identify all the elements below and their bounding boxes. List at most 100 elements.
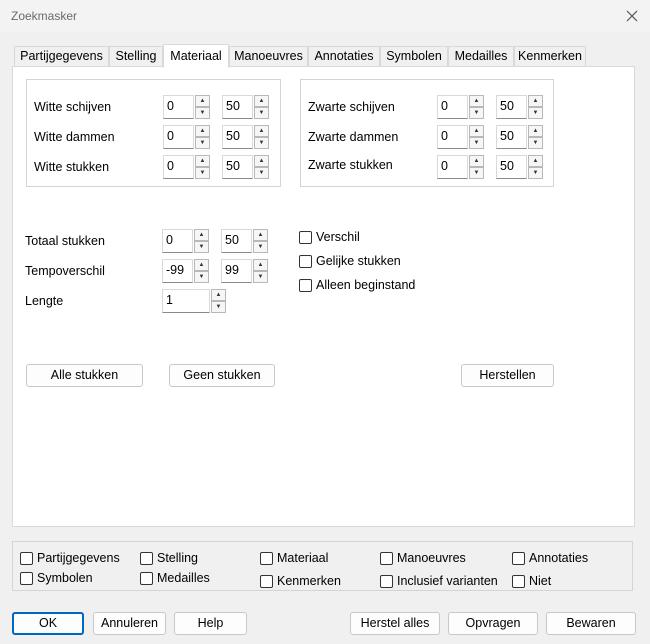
- input-zwarte-schijven-min[interactable]: 0: [437, 95, 468, 119]
- arrow-up-icon[interactable]: ▲: [254, 155, 269, 167]
- tab-symbolen[interactable]: Symbolen: [380, 46, 448, 67]
- input-lengte[interactable]: 1: [162, 289, 210, 313]
- label-witte-dammen: Witte dammen: [34, 130, 115, 144]
- arrow-up-icon[interactable]: ▲: [211, 289, 226, 301]
- tab-stelling[interactable]: Stelling: [109, 46, 163, 67]
- white-pieces-group: Witte schijven 0 ▲ ▼ 50 ▲ ▼ Witte dammen 0…: [26, 79, 281, 187]
- input-totaal-min[interactable]: 0: [162, 229, 193, 253]
- checkbox-box[interactable]: [299, 279, 312, 292]
- arrow-down-icon[interactable]: ▼: [254, 167, 269, 179]
- annuleren-button[interactable]: Annuleren: [93, 612, 166, 635]
- title-bar: Zoekmasker: [0, 0, 650, 32]
- checkbox-box[interactable]: [20, 572, 33, 585]
- input-zwarte-dammen-max[interactable]: 50: [496, 125, 527, 149]
- help-button[interactable]: Help: [174, 612, 247, 635]
- checkbox-box[interactable]: [512, 552, 525, 565]
- arrow-down-icon[interactable]: ▼: [253, 271, 268, 283]
- input-tempo-min[interactable]: -99: [162, 259, 193, 283]
- input-zwarte-dammen-min[interactable]: 0: [437, 125, 468, 149]
- tab-kenmerken[interactable]: Kenmerken: [514, 46, 586, 67]
- arrow-down-icon[interactable]: ▼: [194, 271, 209, 283]
- arrow-down-icon[interactable]: ▼: [253, 241, 268, 253]
- close-button[interactable]: [620, 4, 644, 28]
- alle-stukken-button[interactable]: Alle stukken: [26, 364, 143, 387]
- arrow-down-icon[interactable]: ▼: [528, 167, 543, 179]
- input-witte-dammen-max[interactable]: 50: [222, 125, 253, 149]
- checkbox-label: Manoeuvres: [397, 551, 466, 565]
- input-witte-stukken-min[interactable]: 0: [163, 155, 194, 179]
- ok-button[interactable]: OK: [12, 612, 84, 635]
- label-totaal-stukken: Totaal stukken: [25, 234, 105, 248]
- checkbox-box[interactable]: [260, 552, 273, 565]
- tab-annotaties[interactable]: Annotaties: [308, 46, 380, 67]
- checkbox-label: Materiaal: [277, 551, 329, 565]
- tab-partijgegevens[interactable]: Partijgegevens: [14, 46, 109, 67]
- input-tempo-max[interactable]: 99: [221, 259, 252, 283]
- tab-label: Symbolen: [386, 49, 442, 63]
- arrow-up-icon[interactable]: ▲: [528, 155, 543, 167]
- checkbox-box[interactable]: [140, 572, 153, 585]
- tab-materiaal[interactable]: Materiaal: [163, 44, 229, 68]
- geen-stukken-button[interactable]: Geen stukken: [169, 364, 275, 387]
- input-witte-schijven-max[interactable]: 50: [222, 95, 253, 119]
- tab-label: Materiaal: [170, 49, 222, 63]
- arrow-down-icon[interactable]: ▼: [254, 137, 269, 149]
- input-witte-schijven-min[interactable]: 0: [163, 95, 194, 119]
- input-zwarte-schijven-max[interactable]: 50: [496, 95, 527, 119]
- checkbox-box[interactable]: [380, 552, 393, 565]
- checkbox-box[interactable]: [140, 552, 153, 565]
- arrow-down-icon[interactable]: ▼: [211, 301, 226, 313]
- arrow-down-icon[interactable]: ▼: [469, 137, 484, 149]
- arrow-up-icon[interactable]: ▲: [254, 125, 269, 137]
- arrow-down-icon[interactable]: ▼: [195, 167, 210, 179]
- tab-label: Annotaties: [314, 49, 374, 63]
- arrow-down-icon[interactable]: ▼: [528, 107, 543, 119]
- tab-label: Kenmerken: [518, 49, 582, 63]
- herstellen-button[interactable]: Herstellen: [461, 364, 554, 387]
- checkbox-box[interactable]: [380, 575, 393, 588]
- arrow-up-icon[interactable]: ▲: [195, 155, 210, 167]
- arrow-down-icon[interactable]: ▼: [195, 107, 210, 119]
- arrow-down-icon[interactable]: ▼: [469, 167, 484, 179]
- tab-medailles[interactable]: Medailles: [448, 46, 514, 67]
- arrow-up-icon[interactable]: ▲: [253, 259, 268, 271]
- input-witte-stukken-max[interactable]: 50: [222, 155, 253, 179]
- tab-manoeuvres[interactable]: Manoeuvres: [229, 46, 308, 67]
- input-totaal-max[interactable]: 50: [221, 229, 252, 253]
- arrow-down-icon[interactable]: ▼: [528, 137, 543, 149]
- checkbox-box[interactable]: [512, 575, 525, 588]
- checkbox-box[interactable]: [260, 575, 273, 588]
- arrow-up-icon[interactable]: ▲: [528, 125, 543, 137]
- checkbox-label: Niet: [529, 574, 552, 588]
- checkbox-label: Annotaties: [529, 551, 589, 565]
- input-zwarte-stukken-min[interactable]: 0: [437, 155, 468, 179]
- input-zwarte-stukken-max[interactable]: 50: [496, 155, 527, 179]
- arrow-up-icon[interactable]: ▲: [195, 95, 210, 107]
- arrow-up-icon[interactable]: ▲: [469, 155, 484, 167]
- checkbox-box[interactable]: [299, 255, 312, 268]
- arrow-up-icon[interactable]: ▲: [253, 229, 268, 241]
- arrow-up-icon[interactable]: ▲: [254, 95, 269, 107]
- checkbox-label: Medailles: [157, 571, 210, 585]
- arrow-down-icon[interactable]: ▼: [194, 241, 209, 253]
- opvragen-button[interactable]: Opvragen: [448, 612, 538, 635]
- bewaren-button[interactable]: Bewaren: [546, 612, 636, 635]
- arrow-down-icon[interactable]: ▼: [254, 107, 269, 119]
- label-zwarte-stukken: Zwarte stukken: [308, 158, 393, 172]
- checkbox-box[interactable]: [299, 231, 312, 244]
- arrow-up-icon[interactable]: ▲: [469, 125, 484, 137]
- arrow-up-icon[interactable]: ▲: [194, 259, 209, 271]
- arrow-up-icon[interactable]: ▲: [195, 125, 210, 137]
- arrow-up-icon[interactable]: ▲: [194, 229, 209, 241]
- arrow-up-icon[interactable]: ▲: [469, 95, 484, 107]
- checkbox-box[interactable]: [20, 552, 33, 565]
- checkbox-label: Kenmerken: [277, 574, 341, 588]
- arrow-down-icon[interactable]: ▼: [469, 107, 484, 119]
- herstel-alles-button[interactable]: Herstel alles: [350, 612, 440, 635]
- tab-label: Stelling: [115, 49, 157, 63]
- arrow-down-icon[interactable]: ▼: [195, 137, 210, 149]
- input-witte-dammen-min[interactable]: 0: [163, 125, 194, 149]
- arrow-up-icon[interactable]: ▲: [528, 95, 543, 107]
- label-zwarte-schijven: Zwarte schijven: [308, 100, 395, 114]
- close-icon: [626, 10, 638, 22]
